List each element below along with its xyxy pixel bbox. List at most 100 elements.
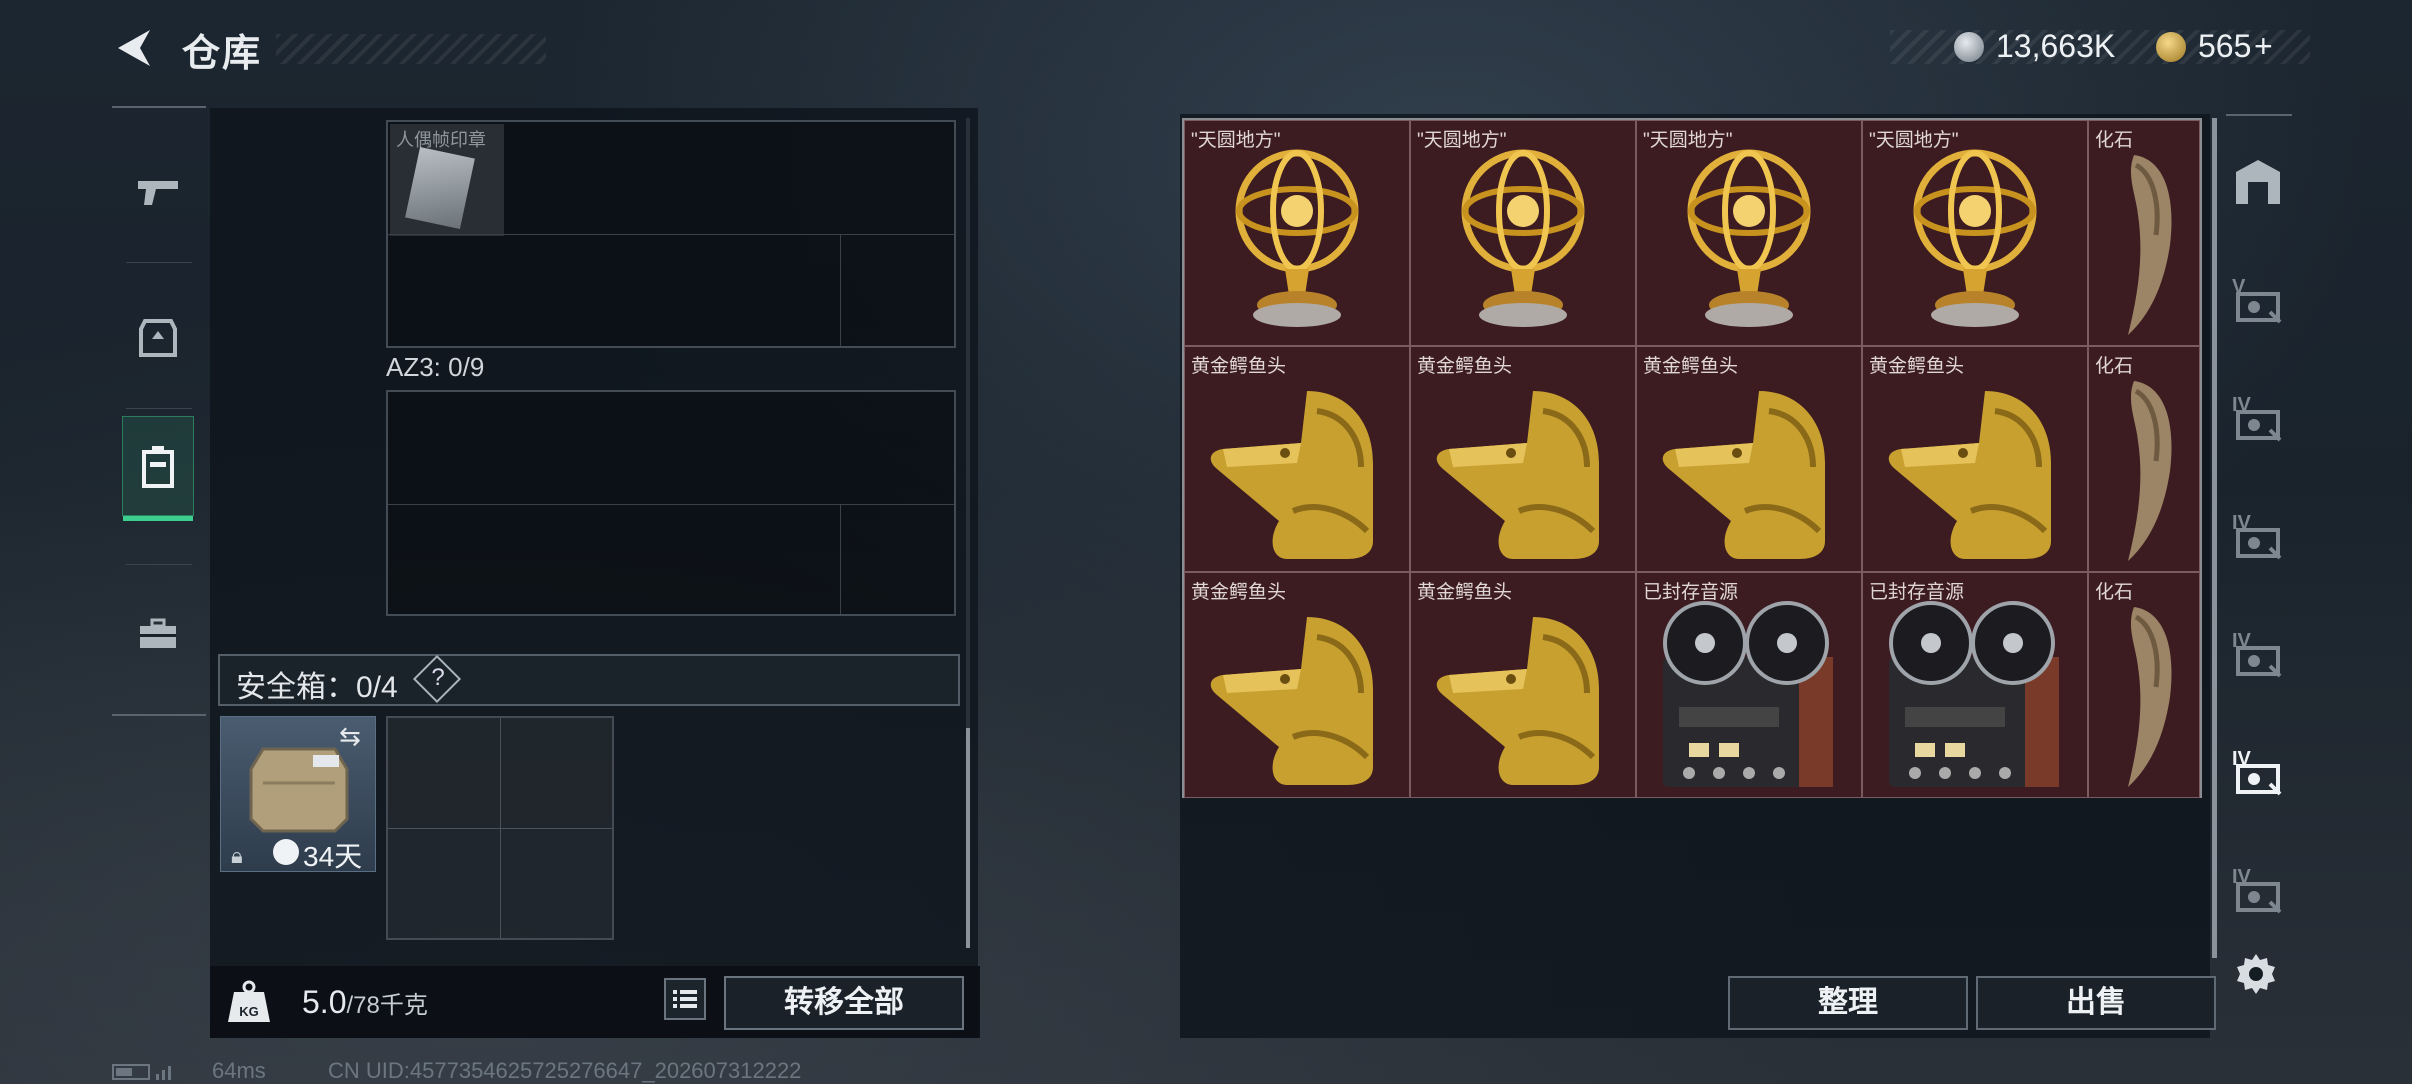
case-days: 34天 — [303, 841, 363, 872]
tab-weapons[interactable] — [122, 142, 194, 242]
category-tabs — [112, 106, 206, 716]
stash-page-number: V — [2232, 276, 2246, 298]
tab-backpack[interactable] — [122, 416, 194, 521]
stash-page-number: IV — [2232, 512, 2251, 534]
left-scrollbar-thumb[interactable] — [966, 728, 970, 948]
tab-stash-home[interactable] — [2230, 152, 2286, 212]
safe-case-slot[interactable]: ⇆ 🔒︎ 34天 — [220, 716, 376, 872]
croc-icon — [1185, 597, 1409, 797]
fossil-icon — [2089, 371, 2199, 571]
stash-item-name: 黄金鳄鱼头 — [1869, 356, 1965, 377]
stash-item-fossil[interactable]: 化石 — [2088, 572, 2200, 798]
stash-item-armillary[interactable]: "天圆地方" — [1636, 120, 1862, 346]
croc-icon — [1185, 371, 1409, 571]
stash-item-name: 黄金鳄鱼头 — [1417, 356, 1513, 377]
stash-item-croc[interactable]: 黄金鳄鱼头 — [1184, 346, 1410, 572]
list-view-button[interactable] — [664, 978, 706, 1020]
battery-signal-icon — [112, 1064, 171, 1080]
stash-item-name: 黄金鳄鱼头 — [1643, 356, 1739, 377]
stash-page-tab[interactable]: IV — [2230, 390, 2286, 450]
armillary-icon — [1637, 145, 1861, 345]
back-icon[interactable] — [112, 26, 154, 70]
container-grid[interactable]: 人偶帧印章 — [386, 120, 956, 348]
clock-icon — [273, 839, 299, 865]
title-decoration — [276, 34, 546, 64]
croc-icon — [1637, 371, 1861, 571]
armillary-icon — [1863, 145, 2087, 345]
transfer-all-button[interactable]: 转移全部 — [724, 976, 964, 1030]
item-name: 人偶帧印章 — [396, 130, 486, 150]
weight-value: 5.0 — [302, 984, 347, 1020]
uid-text: CN UID:4577354625725276647_202607312222 — [328, 1058, 802, 1083]
stash-page-number: IV — [2232, 866, 2251, 888]
stash-page-number: IV — [2232, 748, 2251, 770]
stash-item-name: "天圆地方" — [1643, 130, 1733, 151]
toolbox-icon — [140, 618, 176, 648]
az3-label: AZ3: 0/9 — [386, 352, 485, 382]
sort-button[interactable]: 整理 — [1728, 976, 1968, 1030]
stash-item-croc[interactable]: 黄金鳄鱼头 — [1862, 346, 2088, 572]
stash-item-name: "天圆地方" — [1869, 130, 1959, 151]
help-mark: ? — [431, 664, 445, 691]
stash-item-croc[interactable]: 黄金鳄鱼头 — [1636, 346, 1862, 572]
stash-item-name: 化石 — [2095, 356, 2134, 377]
reel-icon — [1863, 597, 2087, 797]
stash-item-reel[interactable]: 已封存音源 — [1636, 572, 1862, 798]
fossil-icon — [2089, 145, 2199, 345]
stash-item-name: 化石 — [2095, 582, 2134, 603]
armillary-icon — [1185, 145, 1409, 345]
tab-armor[interactable] — [122, 288, 194, 388]
stash-item-croc[interactable]: 黄金鳄鱼头 — [1410, 572, 1636, 798]
lock-icon: 🔒︎ — [231, 843, 243, 868]
croc-icon — [1863, 371, 2087, 571]
safe-box-grid[interactable] — [386, 716, 614, 940]
swap-icon[interactable]: ⇆ — [339, 721, 361, 752]
stash-item-name: 黄金鳄鱼头 — [1191, 356, 1287, 377]
tab-toolbox[interactable] — [122, 584, 194, 684]
stash-item-reel[interactable]: 已封存音源 — [1862, 572, 2088, 798]
stash-item-armillary[interactable]: "天圆地方" — [1862, 120, 2088, 346]
stash-grid: "天圆地方" "天圆地方" "天圆地方" "天圆地方" 化石 黄金鳄鱼头 黄金鳄… — [1182, 118, 2202, 798]
backpack-icon — [142, 446, 174, 488]
armor-icon — [139, 319, 177, 357]
settings-gear-icon[interactable] — [2234, 952, 2278, 996]
stash-item-name: 化石 — [2095, 130, 2134, 151]
sell-button[interactable]: 出售 — [1976, 976, 2216, 1030]
stash-page-tab[interactable]: IV — [2230, 744, 2286, 804]
item-slot[interactable]: 人偶帧印章 — [390, 124, 504, 236]
stash-page-tab[interactable]: IV — [2230, 626, 2286, 686]
pistol-icon — [138, 181, 178, 205]
stash-item-name: "天圆地方" — [1417, 130, 1507, 151]
page-title: 仓库 — [182, 33, 263, 75]
safe-box-label: 安全箱：0/4 — [236, 671, 398, 704]
croc-icon — [1411, 371, 1635, 571]
coin-icon — [1954, 32, 1984, 62]
stash-item-armillary[interactable]: "天圆地方" — [1410, 120, 1636, 346]
stash-item-croc[interactable]: 黄金鳄鱼头 — [1184, 572, 1410, 798]
stash-page-tab[interactable]: V — [2230, 272, 2286, 332]
coin-amount: 13,663K — [1996, 28, 2116, 64]
weight-icon: KG — [228, 980, 270, 1022]
safe-case-icon — [249, 747, 349, 833]
stash-item-croc[interactable]: 黄金鳄鱼头 — [1410, 346, 1636, 572]
svg-text:KG: KG — [239, 1004, 259, 1019]
weight-readout: 5.0/78千克 — [302, 984, 428, 1021]
armillary-icon — [1411, 145, 1635, 345]
stash-item-name: "天圆地方" — [1191, 130, 1281, 151]
stash-page-tab[interactable]: IV — [2230, 508, 2286, 568]
list-icon — [673, 990, 697, 1008]
right-scrollbar[interactable] — [2212, 118, 2217, 958]
croc-icon — [1411, 597, 1635, 797]
stash-item-armillary[interactable]: "天圆地方" — [1184, 120, 1410, 346]
stash-item-fossil[interactable]: 化石 — [2088, 120, 2200, 346]
az3-grid[interactable] — [386, 390, 956, 616]
stash-item-name: 黄金鳄鱼头 — [1191, 582, 1287, 603]
add-gold-button[interactable]: + — [2254, 28, 2273, 65]
stash-page-number: IV — [2232, 630, 2251, 652]
stash-page-tabs: V IV IV IV IV IV — [2226, 114, 2292, 974]
fossil-icon — [2089, 597, 2199, 797]
stash-page-tab[interactable]: IV — [2230, 862, 2286, 922]
stash-item-fossil[interactable]: 化石 — [2088, 346, 2200, 572]
stash-item-name: 黄金鳄鱼头 — [1417, 582, 1513, 603]
ping-text: 64ms — [212, 1058, 266, 1083]
